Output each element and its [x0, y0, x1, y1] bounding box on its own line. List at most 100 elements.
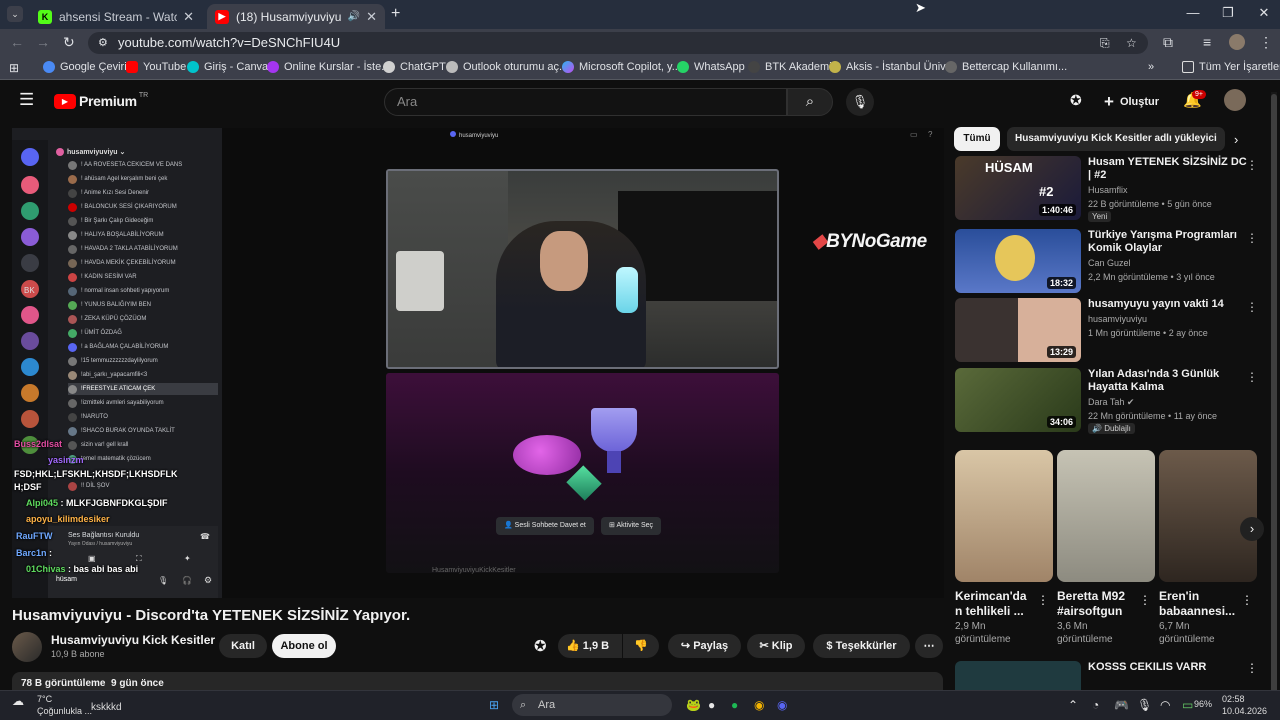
headphones-icon[interactable]: 🎧 — [182, 576, 192, 585]
address-bar[interactable]: ⚙ youtube.com/watch?v=DeSNChFIU4U ⎘ ☆ — [88, 32, 1148, 54]
bookmark-chatgpt[interactable]: ChatGPT — [383, 61, 446, 73]
server-icon[interactable] — [21, 358, 39, 376]
join-button[interactable]: Katıl — [219, 634, 267, 658]
browser-tab-youtube[interactable]: ▶ (18) Husamviyuviyu - Discord 🔊 ✕ — [207, 4, 385, 29]
apps-icon[interactable]: ⊞ — [9, 61, 19, 75]
back-icon[interactable]: ← — [10, 34, 24, 50]
video-thumbnail[interactable]: 18:32 — [955, 229, 1081, 293]
choose-activity-button[interactable]: ⊞ Aktivite Seç — [601, 517, 662, 535]
mic-icon[interactable]: 🎙 — [1137, 698, 1152, 712]
search-button[interactable]: ⌕ — [787, 88, 833, 116]
create-button[interactable]: + Oluştur — [1104, 92, 1159, 112]
popout-icon[interactable]: ▭ — [910, 130, 918, 139]
subscribe-button[interactable]: Abone ol — [272, 634, 336, 658]
speaker-icon[interactable]: 🔊 — [348, 11, 360, 22]
more-actions-button[interactable]: ⋯ — [915, 634, 943, 658]
short-thumbnail[interactable] — [955, 450, 1053, 582]
battery-icon[interactable]: ▭ — [1182, 698, 1193, 712]
more-bookmarks-icon[interactable]: » — [1148, 61, 1154, 73]
cast-icon[interactable]: ⎘ — [1100, 32, 1110, 54]
video-thumbnail[interactable]: 34:06 — [955, 368, 1081, 432]
more-options-icon[interactable]: ⋮ — [1246, 231, 1258, 245]
taskbar-search[interactable]: ⌕ Ara — [512, 694, 672, 716]
bookmark-btk[interactable]: BTK Akademi — [748, 61, 832, 73]
search-input[interactable]: Ara — [384, 88, 787, 116]
scrollbar-thumb[interactable] — [1271, 94, 1277, 694]
windows-start-icon[interactable]: ⊞ — [489, 698, 499, 712]
server-label-bk[interactable]: BK — [24, 286, 35, 295]
server-icon[interactable] — [21, 176, 39, 194]
youtube-logo[interactable]: ▶ Premium TR — [54, 92, 148, 109]
clip-button[interactable]: ✂ Klip — [747, 634, 805, 658]
bookmark-star-icon[interactable]: ☆ — [1126, 32, 1137, 54]
discord-icon[interactable]: ◉ — [777, 698, 787, 712]
shorts-next-button[interactable]: › — [1240, 517, 1264, 541]
channel-name[interactable]: Husamviyuviyu Kick Kesitler — [51, 633, 215, 647]
extensions-icon[interactable]: ⧉ — [1163, 34, 1173, 51]
help-icon[interactable]: ? — [928, 130, 932, 139]
thanks-button[interactable]: $ Teşekkürler — [813, 634, 910, 658]
chip-all[interactable]: Tümü — [954, 127, 1000, 151]
app-icon[interactable]: 🐸 — [686, 698, 701, 712]
tray-icon[interactable]: 🎮 — [1114, 698, 1129, 712]
video-thumbnail[interactable]: HÜSAM #2 1:40:46 — [955, 156, 1081, 220]
bookmark-bettercap[interactable]: Bettercap Kullanımı... — [945, 61, 1067, 73]
voice-search-button[interactable]: 🎙 — [846, 88, 874, 116]
account-avatar[interactable] — [1224, 89, 1246, 111]
mute-icon[interactable]: 🎙 — [158, 576, 168, 585]
activity-icon[interactable]: ✦ — [184, 554, 191, 563]
premium-icon[interactable]: ✪ — [534, 637, 547, 655]
recommendation-item[interactable]: 34:06 Yılan Adası'nda 3 Günlük Hayatta K… — [955, 368, 1258, 434]
browser-tab-kick[interactable]: K ahsensi Stream - Watch Live on ✕ — [30, 4, 202, 29]
bookmark-whatsapp[interactable]: WhatsApp — [677, 61, 745, 73]
restore-button[interactable]: ❐ — [1213, 5, 1243, 21]
server-icon[interactable] — [21, 306, 39, 324]
more-options-icon[interactable]: ⋮ — [1241, 593, 1253, 607]
camera-icon[interactable]: ▣ — [88, 554, 96, 563]
more-options-icon[interactable]: ⋮ — [1246, 661, 1258, 675]
bookmark-copilot[interactable]: Microsoft Copilot, y... — [562, 61, 681, 73]
server-icon[interactable] — [21, 202, 39, 220]
bookmark-online-kurslar[interactable]: Online Kurslar - İste... — [267, 61, 390, 73]
chip-uploader[interactable]: Husamviyuviyu Kick Kesitler adlı yükleyi… — [1007, 127, 1225, 151]
minimize-button[interactable]: — — [1178, 5, 1208, 20]
more-options-icon[interactable]: ⋮ — [1246, 158, 1258, 172]
server-icon[interactable] — [21, 384, 39, 402]
short-thumbnail[interactable] — [1057, 450, 1155, 582]
forward-icon[interactable]: → — [36, 34, 50, 50]
short-thumbnail[interactable] — [1159, 450, 1257, 582]
like-button[interactable]: 👍 1,9 B — [558, 634, 622, 658]
menu-icon[interactable]: ⋮ — [1259, 34, 1273, 51]
settings-icon[interactable]: ⚙ — [204, 575, 212, 586]
more-options-icon[interactable]: ⋮ — [1037, 593, 1049, 607]
hamburger-menu-icon[interactable]: ☰ — [19, 90, 34, 110]
channel-avatar[interactable] — [12, 632, 42, 662]
chips-next-icon[interactable]: › — [1234, 132, 1238, 147]
server-icon[interactable] — [21, 332, 39, 350]
recommendation-item[interactable]: 13:29 husamyuyu yayın vakti 14 husamviyu… — [955, 298, 1258, 362]
app-icon[interactable]: ● — [708, 698, 715, 712]
wifi-icon[interactable]: ◠ — [1160, 698, 1170, 712]
screen-share-icon[interactable]: ⛶ — [136, 554, 142, 564]
spotify-icon[interactable]: ● — [731, 698, 738, 712]
more-options-icon[interactable]: ⋮ — [1139, 593, 1151, 607]
tray-icon[interactable]: ◔ — [1092, 698, 1099, 712]
server-icon[interactable] — [21, 410, 39, 428]
bookmark-aksis[interactable]: Aksis - İstanbul Üniv... — [829, 61, 954, 73]
site-info-icon[interactable]: ⚙ — [98, 32, 108, 54]
dislike-button[interactable]: 👎 — [623, 634, 659, 658]
profile-avatar[interactable] — [1229, 34, 1245, 50]
bookmark-outlook[interactable]: Outlook oturumu aç... — [446, 61, 568, 73]
share-button[interactable]: ↪ Paylaş — [668, 634, 741, 658]
page-scrollbar[interactable] — [1271, 92, 1277, 694]
premium-gift-icon[interactable]: ✪ — [1070, 92, 1082, 109]
bookmark-youtube[interactable]: YouTube — [126, 61, 186, 73]
server-icon[interactable] — [21, 148, 39, 166]
bookmark-canva[interactable]: Giriş - Canva — [187, 61, 268, 73]
bookmark-google-translate[interactable]: Google Çeviri — [43, 61, 127, 73]
more-options-icon[interactable]: ⋮ — [1246, 370, 1258, 384]
close-window-button[interactable]: ✕ — [1249, 5, 1279, 21]
recommendation-item[interactable] — [955, 661, 1081, 690]
recommendation-item[interactable]: HÜSAM #2 1:40:46 Husam YETENEK SİZSİNİZ … — [955, 156, 1258, 222]
all-bookmarks[interactable]: Tüm Yer İşaretleri — [1182, 61, 1280, 73]
